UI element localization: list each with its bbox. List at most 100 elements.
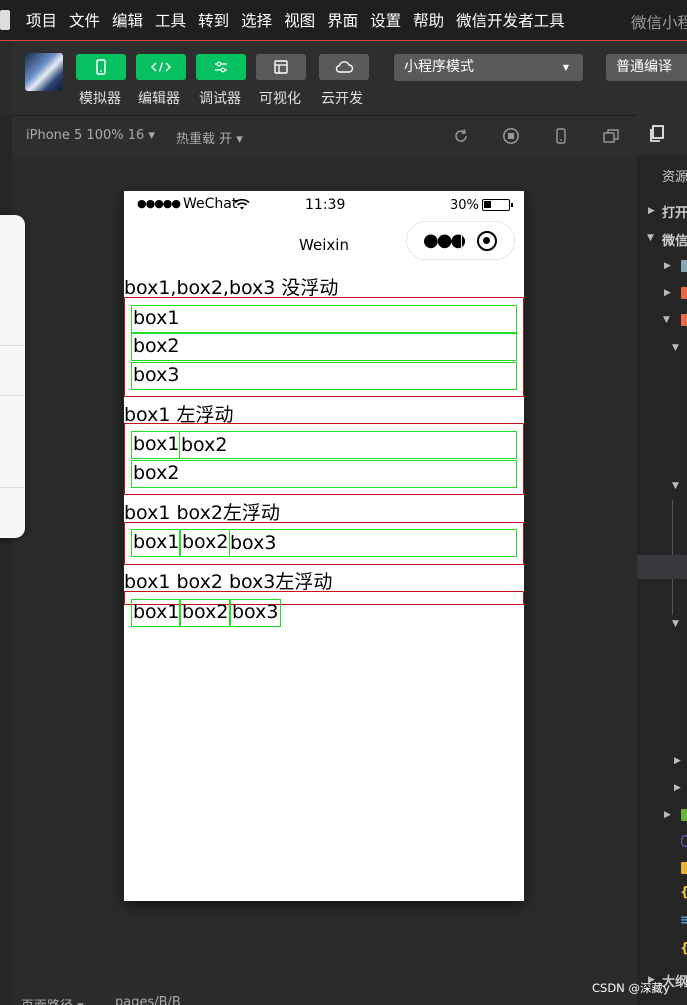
popup-separator — [0, 395, 25, 396]
avatar[interactable] — [25, 53, 63, 91]
visual-label: 可视化 — [259, 91, 301, 107]
capsule-menu: ●●● — [406, 221, 515, 260]
chevron-right-icon[interactable]: ▶ — [674, 756, 681, 766]
box-item-floated: box1 — [131, 529, 180, 557]
mode-select-value: 小程序模式 — [404, 59, 474, 75]
menu-interface[interactable]: 界面 — [327, 9, 358, 31]
app-icon — [0, 10, 10, 30]
chevron-down-icon[interactable]: ▼ — [672, 619, 679, 629]
json-file-icon: { — [680, 885, 687, 900]
explorer-open-editors[interactable]: 打开 — [662, 202, 687, 221]
chevron-down-icon[interactable]: ▼ — [647, 233, 654, 243]
debugger-label: 调试器 — [199, 91, 241, 107]
cloud-button[interactable] — [319, 54, 369, 80]
editor-button[interactable] — [136, 54, 186, 80]
file-icon — [681, 862, 687, 874]
chevron-right-icon[interactable]: ▶ — [664, 261, 671, 271]
menu-tools[interactable]: 工具 — [155, 9, 186, 31]
selected-file-row[interactable] — [637, 555, 687, 579]
popup-separator — [0, 487, 25, 488]
editor-label: 编辑器 — [138, 91, 180, 107]
battery-percent: 30% — [450, 198, 479, 213]
menu-wechat-devtools[interactable]: 微信开发者工具 — [456, 9, 565, 31]
simulator-button[interactable] — [76, 54, 126, 80]
menu-edit[interactable]: 编辑 — [112, 9, 143, 31]
chevron-down-icon[interactable]: ▼ — [672, 343, 679, 353]
chevron-right-icon[interactable]: ▶ — [664, 810, 671, 820]
visual-button[interactable] — [256, 54, 306, 80]
phone-screen: ●●●●● WeChat 11:39 30% Weixin ●●● box1,b… — [124, 191, 524, 901]
debugger-button[interactable] — [196, 54, 246, 80]
copy-files-icon[interactable] — [648, 124, 666, 148]
menu-file[interactable]: 文件 — [69, 9, 100, 31]
close-mini-program-icon[interactable] — [477, 231, 497, 251]
chevron-down-icon[interactable]: ▼ — [663, 315, 670, 325]
page-path-label[interactable]: 页面路径 ▾ — [21, 995, 84, 1005]
menu-settings[interactable]: 设置 — [370, 9, 401, 31]
device-select[interactable]: iPhone 5 100% 16 ▾ — [26, 128, 155, 143]
chevron-right-icon[interactable]: ▶ — [664, 288, 671, 298]
mode-select[interactable]: 小程序模式 ▼ — [394, 54, 583, 81]
explorer-project[interactable]: 微信 — [662, 230, 687, 249]
toolbar: 模拟器 编辑器 调试器 可视化 云开发 小程序模式 ▼ 普通编译 — [12, 41, 687, 114]
menu-select[interactable]: 选择 — [241, 9, 272, 31]
detach-window-icon[interactable] — [602, 127, 620, 145]
box-item-floated: box1 — [131, 599, 180, 627]
explorer-panel: 资源 ▶ 打开 ▼ 微信 ▶ ▶ ▼ ▼ ▼ ▼ ▶ ▶ ▶ { ≡ { ▶ 大… — [637, 115, 687, 1005]
simulator-header: iPhone 5 100% 16 ▾ 热重载 开 ▾ — [12, 115, 636, 155]
file-icon — [681, 835, 687, 847]
box-item: box2 — [131, 460, 517, 488]
box-item: box2 — [131, 333, 517, 361]
menu-goto[interactable]: 转到 — [198, 9, 229, 31]
json-file-icon: { — [680, 941, 687, 956]
phone-icon — [95, 59, 107, 75]
box-item-floated: box2 — [180, 599, 230, 627]
box-item-floated: box2 — [180, 529, 230, 557]
signal-icon: ●●●●● — [137, 197, 181, 210]
page-path: pages/B/B — [115, 995, 181, 1005]
box-item-row: box2 — [131, 431, 517, 459]
context-popup[interactable] — [0, 215, 25, 538]
menu-view[interactable]: 视图 — [284, 9, 315, 31]
section-title: box1 box2 box3左浮动 — [124, 571, 333, 593]
box-item-text: box3 — [230, 532, 277, 554]
box-item-floated: box3 — [230, 599, 281, 627]
menu-help[interactable]: 帮助 — [413, 9, 444, 31]
explorer-heading: 资源 — [662, 170, 687, 185]
folder-icon — [681, 809, 687, 821]
more-icon[interactable]: ●●● — [423, 230, 466, 251]
refresh-icon[interactable] — [452, 127, 470, 145]
box-item: box1 — [131, 305, 517, 333]
battery-tip — [511, 203, 513, 207]
window-title: 微信小程序 — [631, 14, 687, 32]
battery-fill — [484, 201, 491, 208]
status-bar-bottom: 页面路径 ▾ pages/B/B — [12, 985, 636, 1005]
devtools-window: 项目 文件 编辑 工具 转到 选择 视图 界面 设置 帮助 微信开发者工具 微信… — [0, 0, 687, 1005]
layout-icon — [273, 59, 289, 75]
section-title: box1,box2,box3 没浮动 — [124, 277, 339, 299]
box-item-floated: box1 — [131, 431, 180, 459]
phone-preview-icon[interactable] — [552, 127, 570, 145]
folder-icon — [681, 260, 687, 272]
status-bar: ●●●●● WeChat 11:39 30% — [124, 191, 524, 219]
capsule-divider — [461, 232, 462, 250]
wxss-file-icon: ≡ — [680, 913, 687, 928]
chevron-down-icon[interactable]: ▼ — [672, 481, 679, 491]
watermark: CSDN @深藏y — [592, 981, 670, 995]
menubar: 项目 文件 编辑 工具 转到 选择 视图 界面 设置 帮助 微信开发者工具 微信… — [0, 0, 687, 40]
chevron-right-icon[interactable]: ▶ — [648, 206, 655, 216]
box-item: box3 — [131, 362, 517, 390]
menu-project[interactable]: 项目 — [26, 9, 57, 31]
wifi-icon — [234, 198, 250, 214]
compile-select[interactable]: 普通编译 — [606, 54, 687, 81]
code-icon — [150, 61, 172, 73]
cloud-label: 云开发 — [321, 91, 363, 107]
chevron-right-icon[interactable]: ▶ — [674, 783, 681, 793]
box-item-text: box2 — [181, 434, 228, 456]
stop-icon[interactable] — [502, 127, 520, 145]
explorer-header — [637, 115, 687, 155]
status-time: 11:39 — [305, 197, 346, 213]
battery-icon — [482, 199, 513, 211]
menu-items: 项目 文件 编辑 工具 转到 选择 视图 界面 设置 帮助 微信开发者工具 — [26, 0, 577, 40]
hot-reload-toggle[interactable]: 热重载 开 ▾ — [176, 128, 243, 147]
